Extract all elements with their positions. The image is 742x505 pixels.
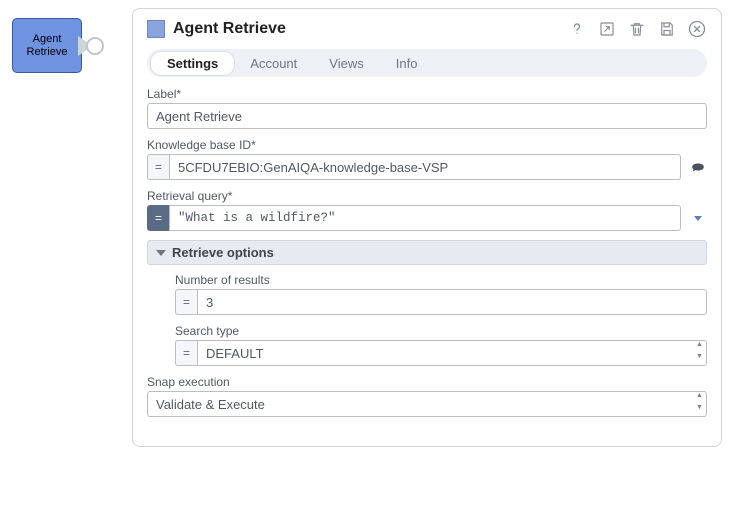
chevron-down-icon[interactable]: ▼ [693,353,706,365]
expression-toggle-search[interactable]: = [175,340,197,366]
kb-id-label: Knowledge base ID* [147,138,707,152]
expression-toggle-query[interactable]: = [147,205,169,231]
snap-node-label: Agent Retrieve [27,33,68,58]
snap-exec-label: Snap execution [147,375,707,389]
panel-color-swatch [147,20,165,38]
kb-id-input[interactable]: 5CFDU7EBIO:GenAIQA-knowledge-base-VSP [169,154,681,180]
export-icon[interactable] [597,19,617,39]
suggest-icon[interactable] [689,154,707,180]
chevron-up-icon[interactable]: ▲ [693,392,706,404]
chevron-down-icon[interactable]: ▼ [693,404,706,416]
dropdown-icon[interactable] [689,205,707,231]
num-results-label: Number of results [175,273,707,287]
expression-toggle-results[interactable]: = [175,289,197,315]
tab-account[interactable]: Account [234,52,313,75]
expression-toggle-kb[interactable]: = [147,154,169,180]
properties-panel: Agent Retrieve Sett [132,8,722,447]
tab-views[interactable]: Views [313,52,379,75]
snap-exec-select[interactable]: Validate & Execute [147,391,693,417]
label-field-label: Label* [147,87,707,101]
caret-down-icon [156,250,166,256]
chevron-up-icon[interactable]: ▲ [693,341,706,353]
query-label: Retrieval query* [147,189,707,203]
search-type-stepper[interactable]: ▲ ▼ [693,340,707,366]
help-icon[interactable] [567,19,587,39]
snap-exec-stepper[interactable]: ▲ ▼ [693,391,707,417]
save-icon[interactable] [657,19,677,39]
search-type-label: Search type [175,324,707,338]
retrieve-options-section[interactable]: Retrieve options [147,240,707,265]
snap-node[interactable]: Agent Retrieve [12,18,82,73]
query-input[interactable]: "What is a wildfire?" [169,205,681,231]
label-input[interactable]: Agent Retrieve [147,103,707,129]
num-results-input[interactable]: 3 [197,289,707,315]
tab-info[interactable]: Info [380,52,434,75]
trash-icon[interactable] [627,19,647,39]
tabs-container: Settings Account Views Info [147,49,707,77]
panel-title: Agent Retrieve [173,20,567,38]
search-type-select[interactable]: DEFAULT [197,340,693,366]
tab-settings[interactable]: Settings [151,52,234,75]
snap-output-connector[interactable] [78,36,104,56]
close-icon[interactable] [687,19,707,39]
